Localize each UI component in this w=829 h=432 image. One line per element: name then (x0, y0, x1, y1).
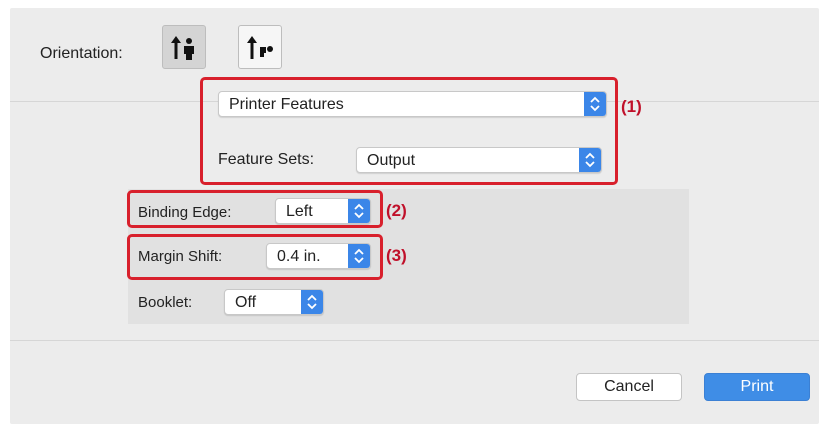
booklet-value: Off (235, 294, 257, 311)
print-button[interactable]: Print (704, 373, 810, 401)
booklet-label: Booklet: (138, 294, 193, 311)
callout-1: (1) (621, 97, 642, 116)
portrait-orientation-icon (171, 36, 194, 60)
orientation-label: Orientation: (40, 45, 123, 62)
print-dialog: Orientation: Printer Features Feature Se… (10, 8, 819, 424)
up-down-chevron-icon (301, 290, 323, 314)
booklet-popup[interactable]: Off (224, 289, 324, 315)
portrait-orientation-button[interactable] (162, 25, 206, 69)
landscape-orientation-button[interactable] (238, 25, 282, 69)
highlight-box-1 (200, 77, 618, 185)
callout-2: (2) (386, 201, 407, 220)
highlight-box-2 (127, 190, 383, 228)
cancel-button[interactable]: Cancel (576, 373, 682, 401)
landscape-orientation-icon (247, 36, 273, 59)
highlight-box-3 (127, 234, 383, 280)
bottom-divider (10, 340, 819, 341)
callout-3: (3) (386, 246, 407, 265)
